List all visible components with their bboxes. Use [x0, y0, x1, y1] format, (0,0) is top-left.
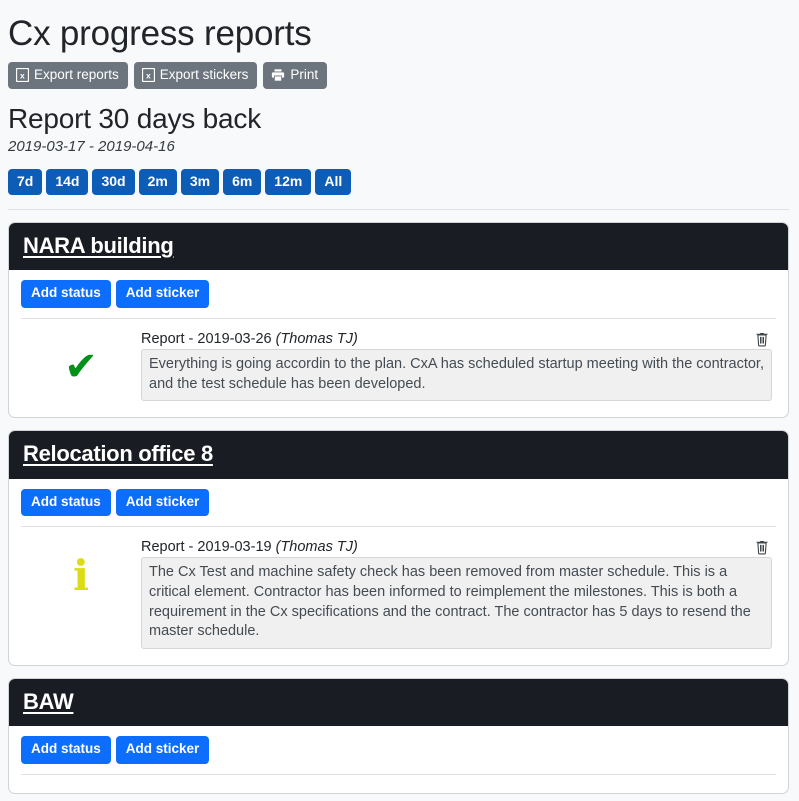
printer-icon: [271, 68, 285, 82]
status-entry-label: Report - 2019-03-19: [141, 539, 272, 556]
project-card-body: Add status Add sticker ✔ Report - 2019-0…: [9, 270, 788, 417]
status-entry-author: (Thomas TJ): [275, 331, 358, 348]
status-entry-text: Everything is going accordin to the plan…: [141, 349, 772, 402]
add-sticker-button[interactable]: Add sticker: [115, 735, 210, 764]
delete-status-button[interactable]: [752, 539, 772, 555]
add-sticker-button[interactable]: Add sticker: [115, 488, 210, 517]
report-date-range: 2019-03-17 - 2019-04-16: [8, 137, 175, 155]
info-icon: ℹ: [73, 551, 89, 601]
status-entry-text: The Cx Test and machine safety check has…: [141, 557, 772, 649]
range-filter-group: 7d 14d 30d 2m 3m 6m 12m All: [8, 168, 789, 196]
page-root: Cx progress reports x Export reports x E…: [0, 0, 799, 794]
project-card-header: Relocation office 8: [9, 431, 788, 479]
project-card-body: Add status Add sticker: [9, 726, 788, 793]
status-entry-main: Report - 2019-03-19 (Thomas TJ) The Cx T…: [141, 539, 776, 649]
project-actions: Add status Add sticker: [21, 488, 776, 517]
print-label: Print: [290, 67, 319, 83]
project-card: NARA building Add status Add sticker ✔ R…: [8, 222, 789, 419]
status-entry-main: Report - 2019-03-26 (Thomas TJ) Everythi…: [141, 331, 776, 402]
project-card-header: BAW: [9, 678, 788, 726]
project-card: Relocation office 8 Add status Add stick…: [8, 430, 789, 666]
range-filter-3m[interactable]: 3m: [180, 168, 220, 196]
export-stickers-label: Export stickers: [159, 67, 249, 83]
add-sticker-button[interactable]: Add sticker: [115, 280, 210, 309]
status-entry-icon-cell: ℹ: [21, 539, 141, 597]
report-subtitle: Report 30 days back: [8, 103, 262, 135]
export-reports-label: Export reports: [34, 67, 119, 83]
project-card-header: NARA building: [9, 223, 788, 271]
status-entry-label: Report - 2019-03-26: [141, 331, 272, 348]
status-entry-meta: Report - 2019-03-19 (Thomas TJ): [141, 539, 358, 555]
status-entry-icon-cell: ✔: [21, 331, 141, 387]
export-reports-button[interactable]: x Export reports: [8, 62, 128, 90]
svg-text:x: x: [146, 71, 151, 81]
print-button[interactable]: Print: [263, 62, 328, 90]
range-filter-6m[interactable]: 6m: [223, 168, 262, 196]
excel-file-icon: x: [15, 68, 30, 83]
status-entry-author: (Thomas TJ): [275, 539, 358, 556]
excel-file-icon: x: [141, 68, 155, 83]
status-entry-meta: Report - 2019-03-26 (Thomas TJ): [141, 331, 358, 347]
svg-text:x: x: [20, 71, 25, 81]
check-mark-icon: ✔: [64, 345, 98, 390]
add-status-button[interactable]: Add status: [21, 488, 111, 517]
card-divider: [21, 526, 776, 528]
range-filter-30d[interactable]: 30d: [92, 168, 135, 196]
range-filter-all[interactable]: All: [315, 168, 352, 196]
range-filter-14d[interactable]: 14d: [46, 168, 89, 196]
delete-status-button[interactable]: [752, 331, 772, 347]
project-title-link[interactable]: Relocation office 8: [23, 441, 213, 466]
add-status-button[interactable]: Add status: [21, 735, 111, 764]
trash-icon: [755, 539, 769, 555]
project-title-link[interactable]: BAW: [23, 689, 74, 714]
trash-icon: [755, 331, 769, 347]
project-card-body: Add status Add sticker ℹ Report - 2019-0…: [9, 479, 788, 665]
status-entry: ✔ Report - 2019-03-26 (Thomas TJ) Everyt…: [21, 327, 776, 407]
project-actions: Add status Add sticker: [21, 280, 776, 309]
add-status-button[interactable]: Add status: [21, 280, 111, 309]
status-entry-header: Report - 2019-03-19 (Thomas TJ): [141, 539, 772, 555]
export-stickers-button[interactable]: x Export stickers: [133, 62, 258, 90]
range-filter-12m[interactable]: 12m: [265, 168, 312, 196]
card-divider: [21, 318, 776, 320]
export-toolbar: x Export reports x Export stickers Print: [8, 62, 789, 90]
project-actions: Add status Add sticker: [21, 735, 776, 764]
status-entry-header: Report - 2019-03-26 (Thomas TJ): [141, 331, 772, 347]
page-title: Cx progress reports: [8, 14, 312, 53]
status-entry: ℹ Report - 2019-03-19 (Thomas TJ) The Cx…: [21, 535, 776, 654]
project-card: BAW Add status Add sticker: [8, 677, 789, 794]
section-divider: [8, 209, 789, 211]
range-filter-7d[interactable]: 7d: [8, 168, 43, 196]
card-divider: [21, 773, 776, 775]
range-filter-2m[interactable]: 2m: [138, 168, 177, 196]
project-title-link[interactable]: NARA building: [23, 233, 174, 258]
